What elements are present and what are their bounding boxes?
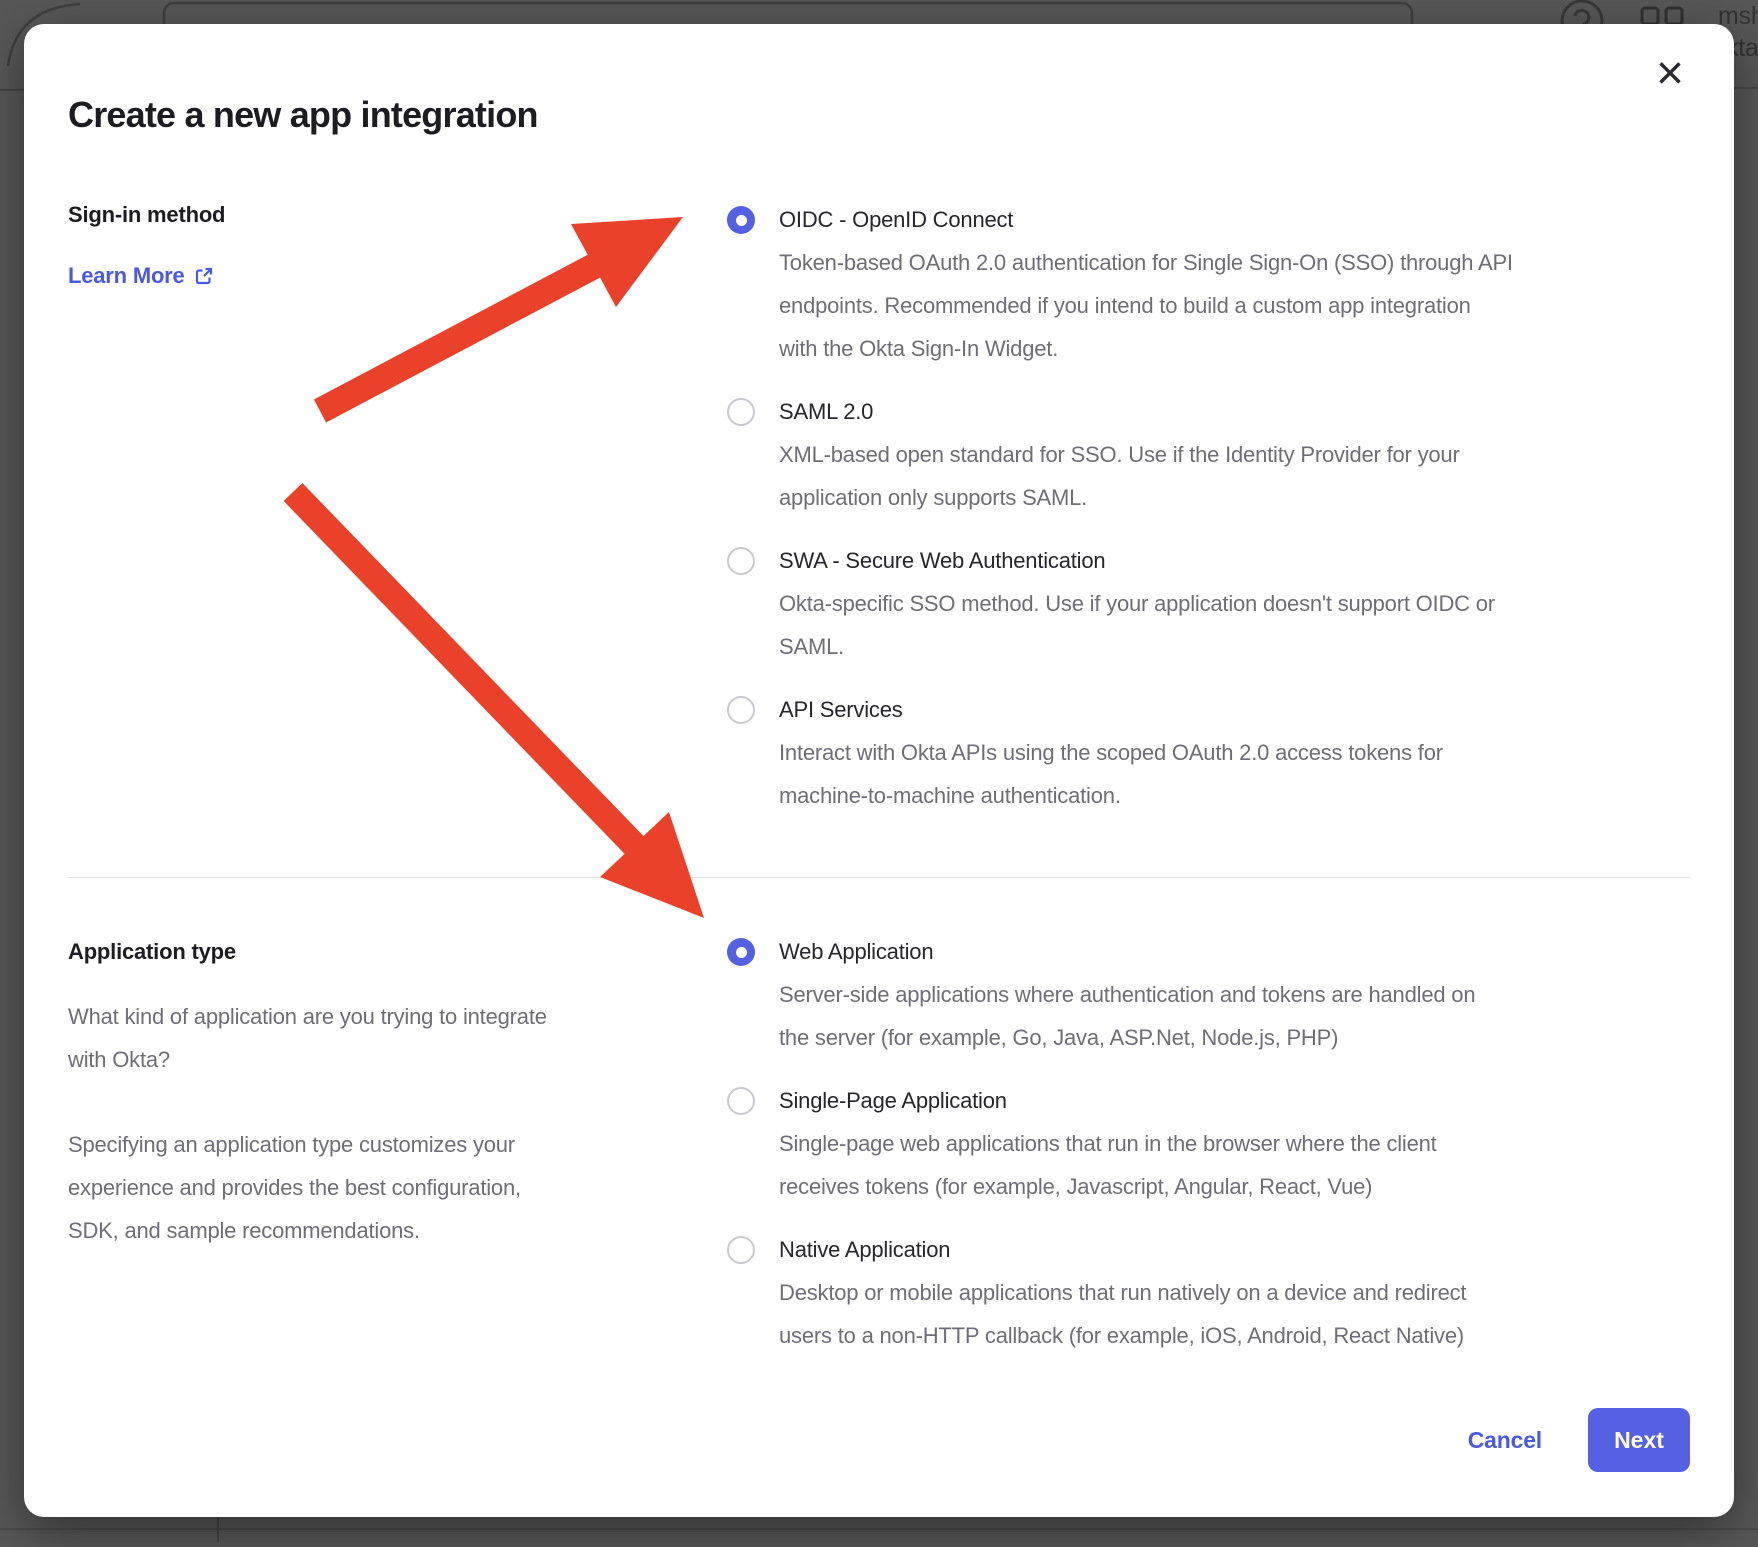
radio-option-description: Desktop or mobile applications that run …: [779, 1271, 1466, 1357]
radio-option-description: Single-page web applications that run in…: [779, 1122, 1437, 1208]
radio-option-label: Single-Page Application: [779, 1079, 1437, 1122]
apps-grid-icon: [1642, 8, 1682, 24]
radio-option-saml[interactable]: SAML 2.0 XML-based open standard for SSO…: [727, 390, 1690, 519]
next-button[interactable]: Next: [1588, 1408, 1690, 1472]
radio-option-native-application[interactable]: Native Application Desktop or mobile app…: [727, 1228, 1690, 1357]
radio-option-oidc[interactable]: OIDC - OpenID Connect Token-based OAuth …: [727, 198, 1690, 370]
radio-option-single-page-application[interactable]: Single-Page Application Single-page web …: [727, 1079, 1690, 1208]
application-type-heading: Application type: [68, 930, 678, 973]
signin-method-heading: Sign-in method: [68, 193, 668, 236]
learn-more-label: Learn More: [68, 263, 185, 289]
learn-more-link[interactable]: Learn More: [68, 263, 214, 289]
radio-unselected-icon[interactable]: [727, 1236, 755, 1264]
radio-unselected-icon[interactable]: [727, 696, 755, 724]
radio-option-swa[interactable]: SWA - Secure Web Authentication Okta-spe…: [727, 539, 1690, 668]
radio-unselected-icon[interactable]: [727, 547, 755, 575]
dialog-footer: Cancel Next: [1468, 1408, 1690, 1472]
application-type-question: What kind of application are you trying …: [68, 995, 678, 1081]
radio-option-description: Token-based OAuth 2.0 authentication for…: [779, 241, 1513, 370]
signin-method-section-label: Sign-in method Learn More: [68, 193, 668, 289]
radio-option-label: SWA - Secure Web Authentication: [779, 539, 1495, 582]
radio-option-web-application[interactable]: Web Application Server-side applications…: [727, 930, 1690, 1059]
create-app-integration-dialog: × Create a new app integration Sign-in m…: [24, 24, 1734, 1517]
external-link-icon: [194, 266, 214, 286]
radio-option-label: API Services: [779, 688, 1443, 731]
radio-option-description: Interact with Okta APIs using the scoped…: [779, 731, 1443, 817]
application-type-section-label: Application type What kind of applicatio…: [68, 930, 678, 1252]
radio-option-description: Server-side applications where authentic…: [779, 973, 1475, 1059]
radio-option-description: Okta-specific SSO method. Use if your ap…: [779, 582, 1495, 668]
cancel-button[interactable]: Cancel: [1468, 1427, 1542, 1454]
radio-option-label: SAML 2.0: [779, 390, 1460, 433]
radio-option-description: XML-based open standard for SSO. Use if …: [779, 433, 1460, 519]
radio-option-label: OIDC - OpenID Connect: [779, 198, 1513, 241]
radio-unselected-icon[interactable]: [727, 398, 755, 426]
page-title: Create a new app integration: [68, 94, 538, 136]
section-divider: [68, 877, 1690, 878]
radio-option-label: Native Application: [779, 1228, 1466, 1271]
radio-option-label: Web Application: [779, 930, 1475, 973]
application-type-radio-group: Web Application Server-side applications…: [727, 930, 1690, 1377]
close-icon[interactable]: ×: [1646, 50, 1694, 98]
radio-selected-icon[interactable]: [727, 938, 755, 966]
radio-option-api-services[interactable]: API Services Interact with Okta APIs usi…: [727, 688, 1690, 817]
application-type-explainer: Specifying an application type customize…: [68, 1123, 678, 1252]
radio-unselected-icon[interactable]: [727, 1087, 755, 1115]
radio-selected-icon[interactable]: [727, 206, 755, 234]
signin-method-radio-group: OIDC - OpenID Connect Token-based OAuth …: [727, 198, 1690, 837]
